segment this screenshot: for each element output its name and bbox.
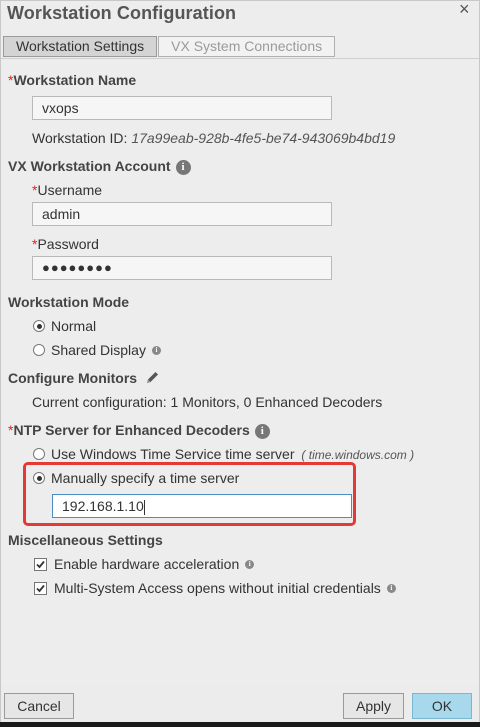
password-label: *Password <box>32 236 99 252</box>
info-icon[interactable]: i <box>386 583 396 593</box>
ntp-server-input[interactable]: 192.168.1.10 <box>52 494 352 518</box>
current-configuration: Current configuration: 1 Monitors, 0 Enh… <box>32 394 383 410</box>
ntp-heading: *NTP Server for Enhanced Decoders i <box>8 422 270 439</box>
checkmark-icon <box>36 560 45 569</box>
workstation-configuration-dialog: Workstation Configuration × Workstation … <box>0 0 480 727</box>
password-input[interactable]: ●●●●●●●● <box>32 256 332 280</box>
cancel-button[interactable]: Cancel <box>4 693 74 719</box>
tab-workstation-settings[interactable]: Workstation Settings <box>3 36 158 57</box>
multi-system-access-label[interactable]: Multi-System Access opens without initia… <box>54 580 396 596</box>
workstation-name-heading: *Workstation Name <box>8 72 137 88</box>
misc-heading: Miscellaneous Settings <box>8 532 163 548</box>
tab-bar: Workstation Settings VX System Connectio… <box>3 36 336 57</box>
mode-normal-label[interactable]: Normal <box>51 318 96 334</box>
checkmark-icon <box>36 584 45 593</box>
window-bottom-edge <box>0 722 480 727</box>
tab-divider <box>1 58 479 59</box>
info-icon[interactable]: i <box>254 423 270 439</box>
hardware-acceleration-label[interactable]: Enable hardware acceleration i <box>54 556 255 572</box>
username-input[interactable]: admin <box>32 202 332 226</box>
ntp-manual-label[interactable]: Manually specify a time server <box>51 470 239 486</box>
configure-monitors-heading: Configure Monitors <box>8 370 160 387</box>
info-icon[interactable]: i <box>245 559 255 569</box>
hardware-acceleration-checkbox[interactable] <box>34 558 47 571</box>
ntp-windows-radio[interactable] <box>33 448 45 460</box>
text-cursor <box>143 499 145 515</box>
ntp-windows-hint: ( time.windows.com ) <box>301 448 415 462</box>
ok-button[interactable]: OK <box>412 693 472 719</box>
mode-shared-display-label[interactable]: Shared Display i <box>51 342 161 358</box>
multi-system-access-checkbox[interactable] <box>34 582 47 595</box>
workstation-mode-heading: Workstation Mode <box>8 294 130 310</box>
mode-normal-radio[interactable] <box>33 320 45 332</box>
workstation-id-label: Workstation ID: <box>32 130 128 146</box>
apply-button[interactable]: Apply <box>343 693 404 719</box>
pencil-icon[interactable] <box>145 370 160 385</box>
account-heading: VX Workstation Account i <box>8 158 191 175</box>
dialog-title: Workstation Configuration <box>7 3 237 23</box>
info-icon[interactable]: i <box>175 159 191 175</box>
ntp-manual-radio[interactable] <box>33 472 45 484</box>
close-icon[interactable]: × <box>459 1 470 20</box>
ntp-windows-label[interactable]: Use Windows Time Service time server ( t… <box>51 446 414 462</box>
workstation-id-value: 17a99eab-928b-4fe5-be74-943069b4bd19 <box>131 130 396 146</box>
tab-vx-system-connections[interactable]: VX System Connections <box>158 36 336 57</box>
info-icon[interactable]: i <box>151 345 161 355</box>
workstation-name-input[interactable]: vxops <box>32 96 332 120</box>
mode-shared-display-radio[interactable] <box>33 344 45 356</box>
ntp-server-value: 192.168.1.10 <box>62 498 144 514</box>
workstation-id: Workstation ID: 17a99eab-928b-4fe5-be74-… <box>32 130 395 146</box>
username-label: *Username <box>32 182 103 198</box>
